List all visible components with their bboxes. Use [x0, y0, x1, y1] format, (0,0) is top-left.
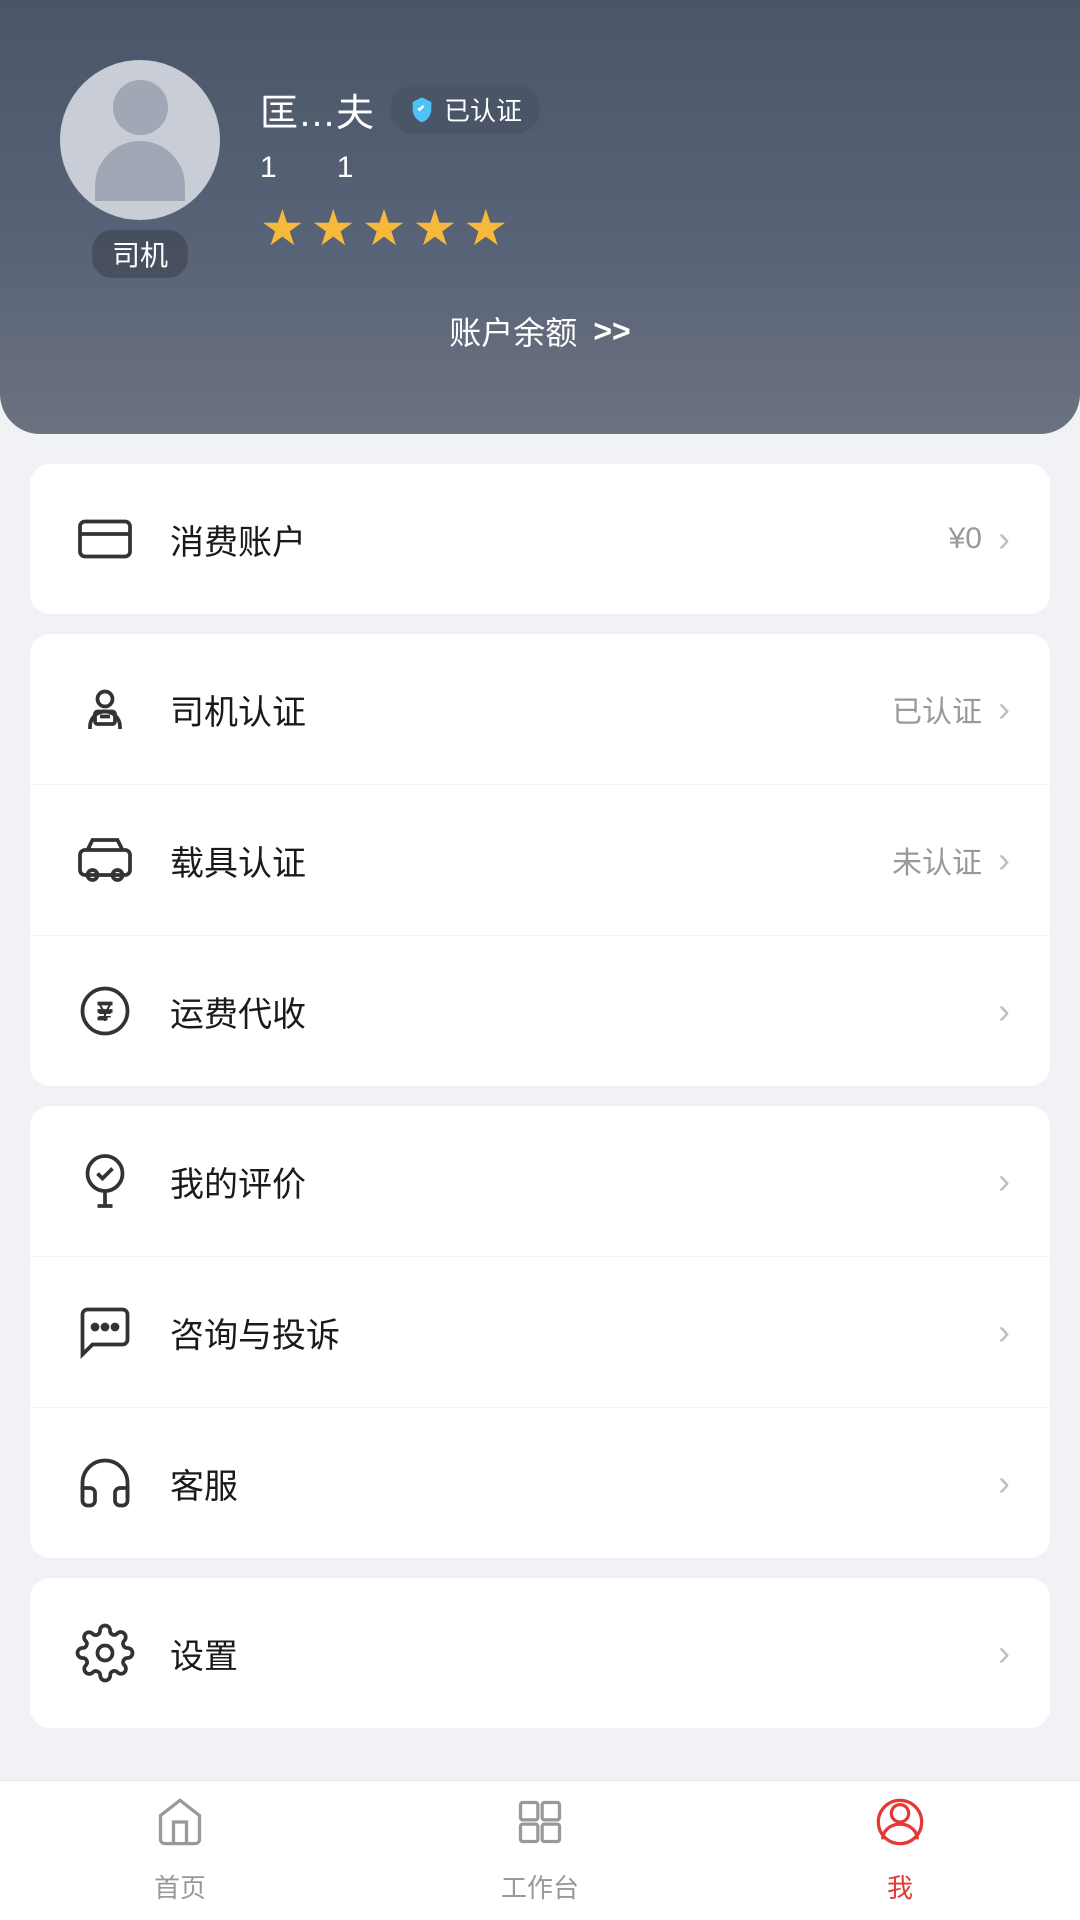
settings-label: 设置: [170, 1629, 998, 1678]
stats-row: 1 1: [260, 151, 1020, 185]
star-2: ★: [311, 199, 356, 257]
card-group-4: 设置 ›: [30, 1578, 1050, 1728]
name-row: 匡…夫 已认证: [260, 82, 1020, 137]
nav-workbench-label: 工作台: [501, 1868, 579, 1905]
star-4: ★: [412, 199, 457, 257]
avatar-head: [113, 80, 168, 135]
workbench-icon: [514, 1796, 566, 1860]
main-content: 消费账户 ¥0 › 司机认证 已认证 ›: [0, 434, 1080, 1758]
driver-verify-arrow: ›: [998, 688, 1010, 730]
freight-icon: ¥: [70, 976, 140, 1046]
account-balance-row[interactable]: 账户余额 >>: [60, 308, 1020, 354]
consult-complaint-label: 咨询与投诉: [170, 1308, 998, 1357]
profile-header: 司机 匡…夫 已认证 1 1 ★ ★ ★: [0, 0, 1080, 434]
settings-arrow: ›: [998, 1632, 1010, 1674]
my-review-arrow: ›: [998, 1160, 1010, 1202]
card-group-1: 消费账户 ¥0 ›: [30, 464, 1050, 614]
account-balance-chevron: >>: [593, 313, 630, 350]
home-icon: [154, 1796, 206, 1860]
stat-item-1: 1: [260, 151, 277, 185]
star-5: ★: [463, 199, 508, 257]
me-icon: [874, 1796, 926, 1860]
profile-row: 司机 匡…夫 已认证 1 1 ★ ★ ★: [60, 60, 1020, 278]
nav-item-me[interactable]: 我: [720, 1796, 1080, 1905]
vehicle-verify-value: 未认证: [892, 838, 982, 882]
menu-item-settings[interactable]: 设置 ›: [30, 1578, 1050, 1728]
profile-info: 匡…夫 已认证 1 1 ★ ★ ★ ★ ★: [260, 82, 1020, 257]
menu-item-my-review[interactable]: 我的评价 ›: [30, 1106, 1050, 1257]
nav-item-home[interactable]: 首页: [0, 1796, 360, 1905]
consume-account-arrow: ›: [998, 518, 1010, 560]
verified-badge: 已认证: [390, 85, 540, 134]
freight-collection-arrow: ›: [998, 990, 1010, 1032]
consult-complaint-arrow: ›: [998, 1311, 1010, 1353]
consume-account-value: ¥0: [949, 522, 982, 556]
consult-icon: [70, 1297, 140, 1367]
menu-item-consume-account[interactable]: 消费账户 ¥0 ›: [30, 464, 1050, 614]
menu-item-freight-collection[interactable]: ¥ 运费代收 ›: [30, 936, 1050, 1086]
nav-me-label: 我: [887, 1868, 913, 1905]
freight-collection-label: 运费代收: [170, 987, 982, 1036]
avatar-container: 司机: [60, 60, 220, 278]
menu-item-vehicle-verify[interactable]: 载具认证 未认证 ›: [30, 785, 1050, 936]
stars-row: ★ ★ ★ ★ ★: [260, 199, 1020, 257]
nav-item-workbench[interactable]: 工作台: [360, 1796, 720, 1905]
nav-home-label: 首页: [154, 1868, 206, 1905]
verified-text: 已认证: [444, 91, 522, 128]
stat-item-2: 1: [337, 151, 354, 185]
driver-verify-label: 司机认证: [170, 685, 892, 734]
user-name: 匡…夫: [260, 82, 374, 137]
bottom-nav: 首页 工作台 我: [0, 1780, 1080, 1920]
driver-verify-value: 已认证: [892, 687, 982, 731]
settings-icon: [70, 1618, 140, 1688]
avatar: [60, 60, 220, 220]
vehicle-icon: [70, 825, 140, 895]
star-3: ★: [362, 199, 407, 257]
avatar-label: 司机: [92, 230, 188, 278]
vehicle-verify-label: 载具认证: [170, 836, 892, 885]
review-icon: [70, 1146, 140, 1216]
service-icon: [70, 1448, 140, 1518]
menu-item-consult-complaint[interactable]: 咨询与投诉 ›: [30, 1257, 1050, 1408]
menu-item-customer-service[interactable]: 客服 ›: [30, 1408, 1050, 1558]
my-review-label: 我的评价: [170, 1157, 998, 1206]
avatar-person: [95, 80, 185, 201]
card-group-2: 司机认证 已认证 › 载具认证 未认证 › ¥: [30, 634, 1050, 1086]
customer-service-arrow: ›: [998, 1462, 1010, 1504]
menu-item-driver-verify[interactable]: 司机认证 已认证 ›: [30, 634, 1050, 785]
vehicle-verify-arrow: ›: [998, 839, 1010, 881]
account-balance-label: 账户余额: [449, 308, 577, 354]
shield-icon: [408, 95, 436, 123]
avatar-body: [95, 141, 185, 201]
driver-icon: [70, 674, 140, 744]
consume-account-label: 消费账户: [170, 515, 949, 564]
customer-service-label: 客服: [170, 1459, 998, 1508]
star-1: ★: [260, 199, 305, 257]
card-group-3: 我的评价 › 咨询与投诉 ›: [30, 1106, 1050, 1558]
card-icon: [70, 504, 140, 574]
